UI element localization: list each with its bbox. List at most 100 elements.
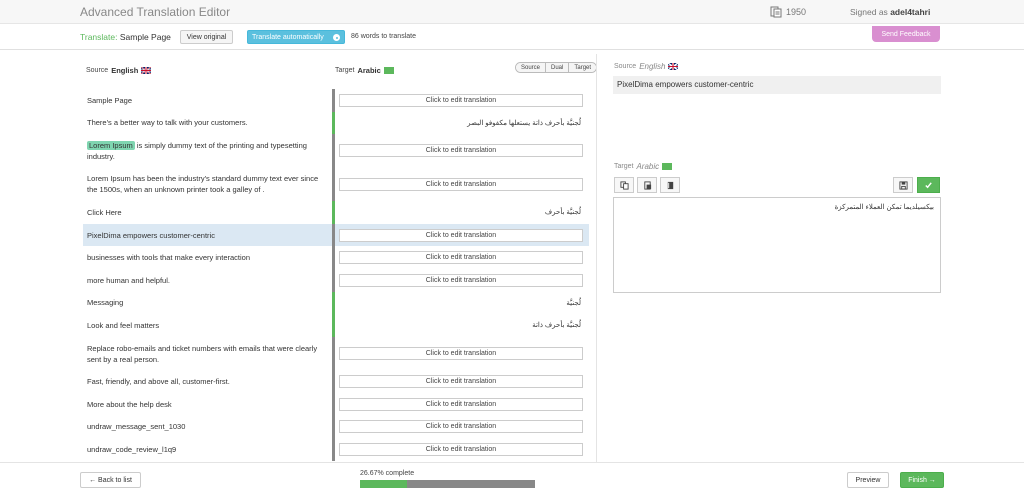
translation-row[interactable]: Sample Page Click to edit translation xyxy=(83,89,589,112)
click-to-edit-button[interactable]: Click to edit translation xyxy=(339,273,583,287)
translation-row[interactable]: Click Here لُجنيَّة بأحرف xyxy=(83,201,589,224)
row-source-string: undraw_code_review_l1q9 xyxy=(87,444,177,454)
row-source-content: Sample Page xyxy=(87,95,132,106)
click-to-edit-button[interactable]: Click to edit translation xyxy=(339,177,583,191)
target-translation-textarea[interactable]: بيكسيلديما تمكن العملاء المتمركزة xyxy=(613,197,941,293)
row-target-cell[interactable]: Click to edit translation xyxy=(335,224,587,247)
row-source-text: Lorem Ipsum has been the industry's stan… xyxy=(83,168,331,202)
row-source-text: More about the help desk xyxy=(83,393,331,416)
row-source-text: There's a better way to talk with your c… xyxy=(83,112,331,135)
row-target-cell[interactable]: لُجنيَّة بأحرف ذاتة xyxy=(335,314,587,337)
row-target-cell[interactable]: Click to edit translation xyxy=(335,438,587,461)
view-mode-source[interactable]: Source xyxy=(516,63,547,72)
row-target-cell[interactable]: Click to edit translation xyxy=(335,246,587,269)
right-source-label: Source xyxy=(614,63,637,70)
translation-row[interactable]: Replace robo-emails and ticket numbers w… xyxy=(83,336,589,371)
gear-icon[interactable] xyxy=(333,34,340,41)
translation-row[interactable]: Lorem Ipsum has been the industry's stan… xyxy=(83,167,589,202)
row-target-cell[interactable]: Click to edit translation xyxy=(335,393,587,416)
username[interactable]: adel4tahri xyxy=(890,7,930,17)
right-target-label: Target xyxy=(614,163,634,170)
words-to-translate: 86 words to translate xyxy=(351,33,416,40)
signed-prefix: Signed as xyxy=(850,7,888,17)
translation-row[interactable]: There's a better way to talk with your c… xyxy=(83,111,589,135)
copy-source-button[interactable] xyxy=(614,177,634,193)
row-target-cell[interactable]: Click to edit translation xyxy=(335,370,587,393)
translation-row[interactable]: Messaging لُجنيَّة xyxy=(83,291,589,315)
click-to-edit-button[interactable]: Click to edit translation xyxy=(339,375,583,389)
view-mode-target[interactable]: Target xyxy=(569,63,597,72)
row-target-cell[interactable]: لُجنيَّة بأحرف ذاتة يستعلها مكفوفو البصر xyxy=(335,112,587,135)
row-target-cell[interactable]: Click to edit translation xyxy=(335,415,587,438)
confirm-translation-button[interactable] xyxy=(917,177,940,193)
send-feedback-button[interactable]: Send Feedback xyxy=(872,26,940,42)
row-source-string: Click Here xyxy=(87,207,122,217)
row-target-cell[interactable]: Click to edit translation xyxy=(335,134,587,168)
row-source-string: Look and feel matters xyxy=(87,320,160,330)
row-source-text: businesses with tools that make every in… xyxy=(83,246,331,269)
row-source-string: There's a better way to talk with your c… xyxy=(87,118,248,128)
row-target-cell[interactable]: Click to edit translation xyxy=(335,337,587,371)
row-target-cell[interactable]: لُجنيَّة xyxy=(335,292,587,315)
target-column-header: Target Arabic xyxy=(335,66,394,75)
panel-divider xyxy=(596,54,597,462)
translation-row[interactable]: PixelDima empowers customer-centric Click… xyxy=(83,223,589,247)
row-source-content: Lorem Ipsum is simply dummy text of the … xyxy=(87,140,325,162)
translation-row[interactable]: Look and feel matters لُجنيَّة بأحرف ذاتة xyxy=(83,314,589,337)
view-original-button[interactable]: View original xyxy=(180,30,233,44)
click-to-edit-button[interactable]: Click to edit translation xyxy=(339,144,583,158)
paste-button[interactable] xyxy=(637,177,657,193)
row-source-string: businesses with tools that make every in… xyxy=(87,253,250,263)
translate-automatically-label: Translate automatically xyxy=(252,33,324,41)
word-counter: 1950 xyxy=(770,6,806,18)
row-source-content: Messaging xyxy=(87,297,123,308)
click-to-edit-button[interactable]: Click to edit translation xyxy=(339,347,583,360)
click-to-edit-button[interactable]: Click to edit translation xyxy=(339,251,583,265)
row-target-cell[interactable]: Click to edit translation xyxy=(335,168,587,202)
source-label: Source xyxy=(86,67,109,74)
arabic-flag-icon xyxy=(662,163,673,170)
preview-button[interactable]: Preview xyxy=(847,472,889,488)
document-icon xyxy=(770,6,782,18)
click-to-edit-button[interactable]: Click to edit translation xyxy=(339,420,583,434)
translation-row[interactable]: businesses with tools that make every in… xyxy=(83,246,589,269)
row-source-string: Replace robo-emails and ticket numbers w… xyxy=(87,343,318,364)
translation-row[interactable]: More about the help desk Click to edit tr… xyxy=(83,392,589,416)
translation-row[interactable]: Lorem Ipsum is simply dummy text of the … xyxy=(83,134,589,168)
click-to-edit-button[interactable]: Click to edit translation xyxy=(339,228,583,242)
right-target-language: Arabic xyxy=(636,162,660,171)
row-source-content: Replace robo-emails and ticket numbers w… xyxy=(87,343,325,365)
row-source-text: Sample Page xyxy=(83,89,331,112)
row-source-string: Fast, friendly, and above all, customer-… xyxy=(87,377,230,387)
arabic-flag-icon xyxy=(383,67,394,74)
click-to-edit-button[interactable]: Click to edit translation xyxy=(339,93,583,107)
translation-row[interactable]: more human and helpful. Click to edit tra… xyxy=(83,268,589,292)
translation-row[interactable]: undraw_code_review_l1q9 Click to edit tra… xyxy=(83,438,589,461)
progress-label: 26.67% complete xyxy=(360,470,415,477)
row-target-translation[interactable]: لُجنيَّة بأحرف ذاتة xyxy=(532,321,581,329)
progress-bar xyxy=(360,480,535,488)
row-target-cell[interactable]: Click to edit translation xyxy=(335,269,587,292)
uk-flag-icon xyxy=(668,62,679,71)
row-target-translation[interactable]: لُجنيَّة xyxy=(566,299,581,307)
counter-value: 1950 xyxy=(786,7,807,17)
glossary-button[interactable] xyxy=(660,177,680,193)
finish-button[interactable]: Finish → xyxy=(900,472,944,488)
row-source-content: Click Here xyxy=(87,207,122,218)
row-target-translation[interactable]: لُجنيَّة بأحرف ذاتة يستعلها مكفوفو البصر xyxy=(467,119,581,127)
row-source-text: Look and feel matters xyxy=(83,314,331,337)
translation-row[interactable]: undraw_message_sent_1030 Click to edit tr… xyxy=(83,415,589,439)
row-target-cell[interactable]: لُجنيَّة بأحرف xyxy=(335,201,587,224)
click-to-edit-button[interactable]: Click to edit translation xyxy=(339,397,583,411)
save-button[interactable] xyxy=(893,177,913,193)
row-source-text: Messaging xyxy=(83,292,331,315)
row-target-translation[interactable]: لُجنيَّة بأحرف xyxy=(545,208,581,216)
row-source-text: Lorem Ipsum is simply dummy text of the … xyxy=(83,134,331,168)
row-target-cell[interactable]: Click to edit translation xyxy=(335,89,587,112)
translate-automatically-button[interactable]: Translate automatically xyxy=(247,30,345,44)
translation-row[interactable]: Fast, friendly, and above all, customer-… xyxy=(83,370,589,393)
click-to-edit-button[interactable]: Click to edit translation xyxy=(339,442,583,456)
view-mode-dual[interactable]: Dual xyxy=(546,63,570,72)
back-to-list-button[interactable]: ← Back to list xyxy=(80,472,141,488)
copy-icon xyxy=(619,180,629,190)
